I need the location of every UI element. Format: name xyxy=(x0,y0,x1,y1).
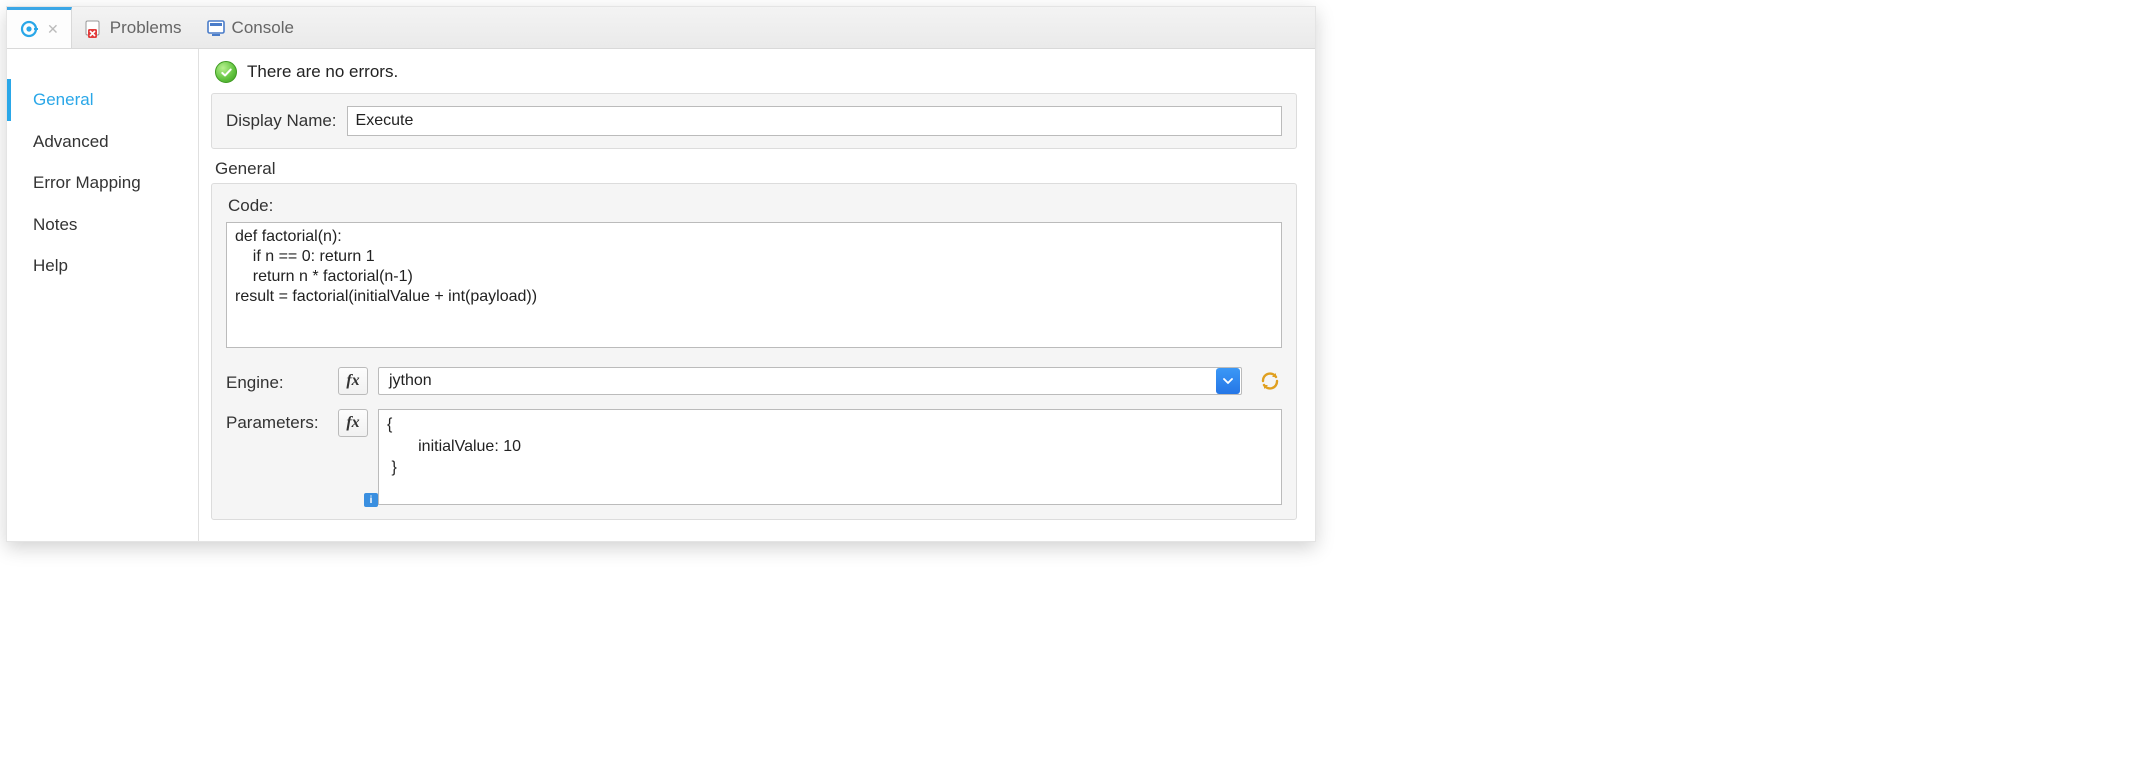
status-message: There are no errors. xyxy=(247,62,398,82)
refresh-icon xyxy=(1259,371,1281,391)
sidebar: General Advanced Error Mapping Notes Hel… xyxy=(7,49,199,541)
tab-problems-label: Problems xyxy=(110,18,182,38)
sidebar-item-notes[interactable]: Notes xyxy=(7,204,198,246)
sidebar-item-label: Advanced xyxy=(33,132,109,151)
parameters-textarea[interactable] xyxy=(378,409,1282,505)
tab-problems[interactable]: Problems xyxy=(72,7,194,48)
close-tab-icon[interactable]: ✕ xyxy=(47,21,59,38)
engine-refresh-button[interactable] xyxy=(1258,369,1282,393)
engine-row: Engine: fx jython xyxy=(226,367,1282,395)
sidebar-item-advanced[interactable]: Advanced xyxy=(7,121,198,163)
parameters-fx-button[interactable]: fx xyxy=(338,409,368,437)
status-ok-icon xyxy=(215,61,237,83)
fx-icon: fx xyxy=(346,372,359,390)
code-textarea[interactable] xyxy=(226,222,1282,348)
tab-console[interactable]: Console xyxy=(194,7,306,48)
general-fieldset: Code: Engine: fx jython xyxy=(211,183,1297,520)
sidebar-item-label: Help xyxy=(33,256,68,275)
engine-value: jython xyxy=(379,372,1215,390)
console-icon xyxy=(206,18,226,38)
display-name-label: Display Name: xyxy=(226,111,337,131)
engine-select[interactable]: jython xyxy=(378,367,1242,395)
tabbar: ✕ Problems Console xyxy=(7,7,1315,49)
parameters-row: Parameters: fx i xyxy=(226,409,1282,505)
engine-label: Engine: xyxy=(226,369,328,393)
fx-icon: fx xyxy=(346,414,359,432)
sidebar-item-label: Notes xyxy=(33,215,77,234)
active-tab[interactable]: ✕ xyxy=(7,7,72,48)
tab-console-label: Console xyxy=(232,18,294,38)
parameters-label: Parameters: xyxy=(226,409,328,433)
sidebar-item-help[interactable]: Help xyxy=(7,245,198,287)
chevron-down-icon xyxy=(1216,368,1240,394)
status-row: There are no errors. xyxy=(215,61,1297,83)
code-label: Code: xyxy=(228,196,1282,216)
sidebar-item-error-mapping[interactable]: Error Mapping xyxy=(7,162,198,204)
display-name-panel: Display Name: xyxy=(211,93,1297,149)
editor-window: ✕ Problems Console General Advanced Erro… xyxy=(6,6,1316,542)
info-badge-icon[interactable]: i xyxy=(364,493,378,507)
sidebar-item-general[interactable]: General xyxy=(7,79,198,121)
content-area: There are no errors. Display Name: Gener… xyxy=(199,49,1315,541)
sidebar-item-label: Error Mapping xyxy=(33,173,141,192)
body: General Advanced Error Mapping Notes Hel… xyxy=(7,49,1315,541)
flow-icon xyxy=(19,19,39,39)
engine-fx-button[interactable]: fx xyxy=(338,367,368,395)
display-name-input[interactable] xyxy=(347,106,1282,136)
problems-icon xyxy=(84,18,104,38)
sidebar-item-label: General xyxy=(33,90,93,109)
general-section-heading: General xyxy=(215,159,1297,179)
